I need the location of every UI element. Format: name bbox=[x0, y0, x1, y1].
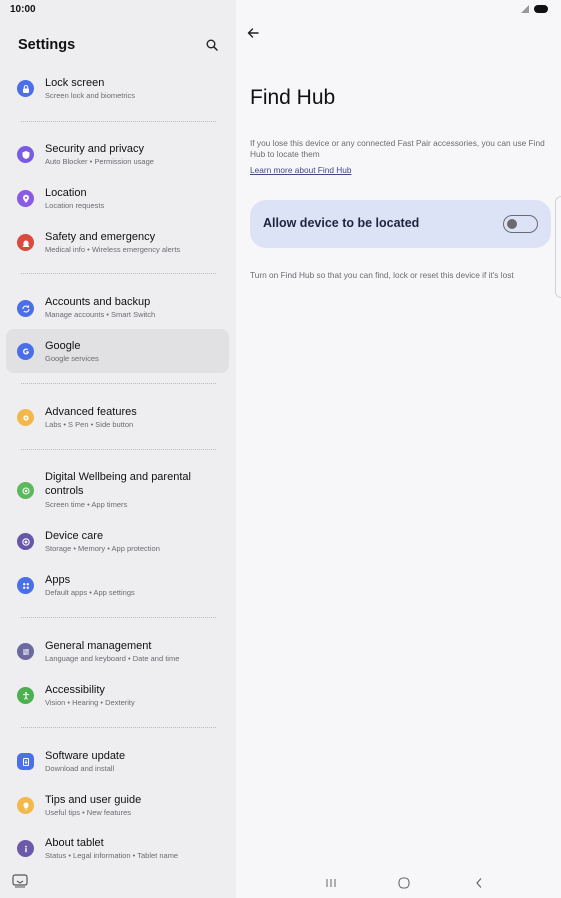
home-button[interactable] bbox=[397, 876, 411, 890]
sliders-icon bbox=[17, 643, 34, 660]
learn-more-link[interactable]: Learn more about Find Hub bbox=[250, 165, 351, 175]
sidebar-item-title: Digital Wellbeing and parental controls bbox=[45, 471, 191, 497]
home-icon bbox=[398, 877, 410, 889]
sidebar-item-subtitle: Default apps • App settings bbox=[45, 588, 135, 597]
sidebar-item-subtitle: Google services bbox=[45, 354, 99, 363]
sidebar-item-subtitle: Useful tips • New features bbox=[45, 808, 131, 817]
sidebar-item-about-tablet[interactable]: About tablet Status • Legal information … bbox=[6, 826, 229, 870]
back-arrow-icon[interactable] bbox=[246, 26, 260, 40]
sidebar-item-subtitle: Vision • Hearing • Dexterity bbox=[45, 698, 135, 707]
sidebar-item-device-care[interactable]: Device care Storage • Memory • App prote… bbox=[6, 519, 229, 563]
signal-icon bbox=[521, 5, 529, 13]
sidebar-item-subtitle: Download and install bbox=[45, 764, 115, 773]
settings-sidebar: Settings Lock screen Screen lock and bio… bbox=[0, 0, 236, 898]
sidebar-item-tips[interactable]: Tips and user guide Useful tips • New fe… bbox=[6, 783, 229, 827]
sidebar-item-title: Tips and user guide bbox=[45, 794, 142, 806]
sidebar-item-title: Safety and emergency bbox=[45, 231, 156, 243]
wellbeing-icon bbox=[17, 482, 34, 499]
sidebar-item-title: Software update bbox=[45, 750, 126, 762]
allow-location-switch[interactable] bbox=[503, 215, 538, 233]
sidebar-item-title: Location bbox=[45, 187, 87, 199]
sidebar-item-title: General management bbox=[45, 640, 152, 652]
sidebar-item-subtitle: Medical info • Wireless emergency alerts bbox=[45, 245, 181, 254]
recent-apps-icon bbox=[326, 879, 336, 887]
sidebar-item-software-update[interactable]: Software update Download and install bbox=[6, 739, 229, 783]
device-care-icon bbox=[17, 533, 34, 550]
recent-apps-button[interactable] bbox=[324, 876, 338, 890]
sidebar-item-security[interactable]: Security and privacy Auto Blocker • Perm… bbox=[6, 132, 229, 176]
navigation-bar bbox=[236, 868, 561, 898]
sidebar-item-title: Lock screen bbox=[45, 77, 105, 89]
sidebar-item-location[interactable]: Location Location requests bbox=[6, 176, 229, 220]
status-icons bbox=[521, 5, 548, 13]
switch-knob bbox=[507, 218, 517, 229]
sidebar-item-accounts[interactable]: Accounts and backup Manage accounts • Sm… bbox=[6, 286, 229, 330]
toggle-label: Allow device to be located bbox=[263, 216, 420, 230]
back-button[interactable] bbox=[472, 876, 486, 890]
search-icon[interactable] bbox=[204, 37, 220, 53]
battery-icon bbox=[534, 5, 548, 13]
divider bbox=[21, 273, 216, 274]
sidebar-item-title: About tablet bbox=[45, 837, 104, 849]
sidebar-item-lock-screen[interactable]: Lock screen Screen lock and biometrics bbox=[6, 66, 229, 110]
sidebar-item-title: Accounts and backup bbox=[45, 296, 151, 308]
sidebar-item-advanced-features[interactable]: Advanced features Labs • S Pen • Side bu… bbox=[6, 395, 229, 439]
status-time: 10:00 bbox=[10, 3, 36, 15]
page-title: Settings bbox=[18, 37, 76, 53]
sidebar-item-google[interactable]: Google Google services bbox=[6, 329, 229, 373]
info-icon bbox=[17, 840, 34, 857]
sidebar-item-subtitle: Manage accounts • Smart Switch bbox=[45, 310, 156, 319]
sidebar-item-subtitle: Status • Legal information • Tablet name bbox=[45, 851, 179, 860]
sidebar-item-title: Advanced features bbox=[45, 406, 137, 418]
allow-location-card[interactable]: Allow device to be located bbox=[250, 200, 551, 248]
detail-description: If you lose this device or any connected… bbox=[250, 138, 545, 159]
sidebar-item-subtitle: Screen time • App timers bbox=[45, 500, 128, 509]
divider bbox=[21, 449, 216, 450]
edge-panel-handle[interactable] bbox=[555, 196, 561, 298]
helper-text: Turn on Find Hub so that you can find, l… bbox=[250, 270, 514, 280]
sidebar-item-subtitle: Auto Blocker • Permission usage bbox=[45, 157, 154, 166]
sidebar-item-title: Security and privacy bbox=[45, 143, 145, 155]
find-hub-panel: Find Hub If you lose this device or any … bbox=[236, 0, 561, 898]
google-icon bbox=[17, 343, 34, 360]
sidebar-item-subtitle: Storage • Memory • App protection bbox=[45, 544, 160, 553]
divider bbox=[21, 617, 216, 618]
sidebar-item-subtitle: Language and keyboard • Date and time bbox=[45, 654, 180, 663]
sidebar-item-title: Apps bbox=[45, 574, 71, 586]
sidebar-item-apps[interactable]: Apps Default apps • App settings bbox=[6, 563, 229, 607]
sidebar-item-general-management[interactable]: General management Language and keyboard… bbox=[6, 629, 229, 673]
keyboard-toggle-icon[interactable] bbox=[12, 874, 28, 888]
apps-grid-icon bbox=[17, 577, 34, 594]
location-pin-icon bbox=[17, 190, 34, 207]
divider bbox=[21, 121, 216, 122]
software-update-icon bbox=[17, 753, 34, 770]
sidebar-item-subtitle: Labs • S Pen • Side button bbox=[45, 420, 134, 429]
sidebar-item-accessibility[interactable]: Accessibility Vision • Hearing • Dexteri… bbox=[6, 673, 229, 717]
sidebar-item-title: Google bbox=[45, 340, 81, 352]
back-nav-icon bbox=[476, 878, 482, 888]
sidebar-item-subtitle: Screen lock and biometrics bbox=[45, 91, 136, 100]
gear-star-icon bbox=[17, 409, 34, 426]
sidebar-item-title: Accessibility bbox=[45, 684, 105, 696]
detail-title: Find Hub bbox=[250, 86, 336, 109]
lightbulb-icon bbox=[17, 797, 34, 814]
sidebar-item-digital-wellbeing[interactable]: Digital Wellbeing and parental controls … bbox=[6, 464, 229, 509]
siren-icon bbox=[17, 234, 34, 251]
sync-icon bbox=[17, 300, 34, 317]
divider bbox=[21, 727, 216, 728]
shield-icon bbox=[17, 146, 34, 163]
divider bbox=[21, 383, 216, 384]
status-bar: 10:00 bbox=[0, 0, 561, 18]
lock-icon bbox=[17, 80, 34, 97]
accessibility-icon bbox=[17, 687, 34, 704]
sidebar-item-title: Device care bbox=[45, 530, 104, 542]
sidebar-item-safety[interactable]: Safety and emergency Medical info • Wire… bbox=[6, 220, 229, 264]
sidebar-item-subtitle: Location requests bbox=[45, 201, 105, 210]
